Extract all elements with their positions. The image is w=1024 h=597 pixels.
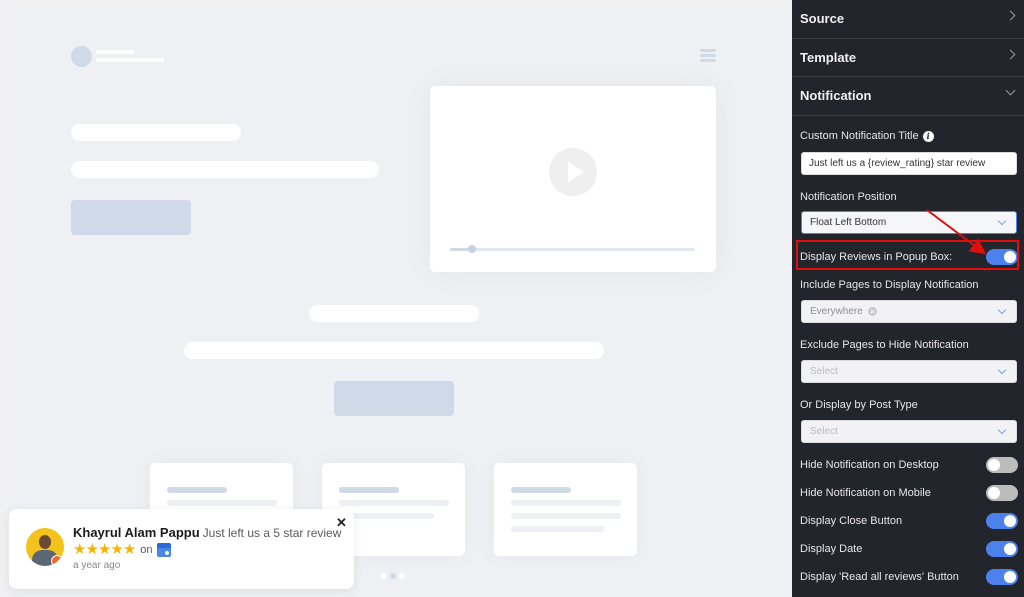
close-icon[interactable]: ✕ <box>336 515 347 531</box>
setting-toggle[interactable] <box>986 541 1018 557</box>
video-progress-track <box>450 245 695 253</box>
carousel-dot <box>390 573 396 579</box>
logo-tagline-placeholder <box>96 58 164 62</box>
remove-chip-icon[interactable] <box>867 307 877 316</box>
setting-toggle-label: Hide Notification on Desktop <box>800 459 939 471</box>
feature-card-placeholder <box>494 463 637 556</box>
setting-toggle-label: Display 'Read all reviews' Button <box>800 571 959 583</box>
chevron-down-icon <box>997 305 1007 315</box>
custom-title-input[interactable]: Just left us a {review_rating} star revi… <box>801 152 1017 175</box>
section-button-placeholder <box>334 381 454 416</box>
chevron-right-icon <box>1005 10 1016 21</box>
annotation-highlight-box <box>796 240 1019 270</box>
carousel-dots <box>381 573 405 579</box>
setting-toggle-row: Display Date <box>800 539 1018 559</box>
reviewer-avatar <box>26 528 64 566</box>
website-preview <box>0 0 792 597</box>
custom-title-label: Custom Notification Title i <box>800 130 934 142</box>
position-select-value: Float Left Bottom <box>810 217 887 228</box>
star-rating: ★★★★★ on <box>73 541 171 559</box>
review-source-badge-icon <box>51 555 63 566</box>
setting-toggle[interactable] <box>986 485 1018 501</box>
review-time: a year ago <box>73 560 121 571</box>
include-pages-chip: Everywhere <box>810 306 877 317</box>
exclude-pages-select[interactable]: Select <box>801 360 1017 383</box>
review-message: Just left us a 5 star review <box>202 526 342 540</box>
chevron-down-icon <box>997 216 1007 226</box>
star-icon: ★ <box>85 541 98 558</box>
section-source[interactable]: Source <box>792 0 1024 39</box>
setting-toggle[interactable] <box>986 513 1018 529</box>
info-icon[interactable]: i <box>922 131 934 142</box>
section-subtitle-placeholder <box>184 342 604 359</box>
star-icon: ★ <box>122 541 136 558</box>
chevron-right-icon <box>1005 49 1016 59</box>
section-source-label: Source <box>800 11 845 27</box>
video-progress-thumb <box>468 245 477 253</box>
setting-toggle-label: Display Date <box>800 543 863 555</box>
chevron-down-icon <box>1005 85 1016 96</box>
settings-panel: Source Template Notification Custom Noti… <box>792 0 1024 597</box>
on-label: on <box>140 544 153 556</box>
setting-toggle-row: Hide Notification on Desktop <box>800 455 1018 475</box>
hero-subtitle-placeholder <box>71 161 379 178</box>
google-my-business-icon <box>156 543 171 557</box>
setting-toggle-label: Display Close Button <box>800 515 903 527</box>
exclude-pages-placeholder: Select <box>810 366 838 377</box>
video-placeholder <box>430 86 716 272</box>
section-notification[interactable]: Notification <box>792 77 1024 116</box>
section-template-label: Template <box>800 49 857 65</box>
carousel-dot <box>381 573 387 579</box>
star-icon: ★ <box>97 541 111 558</box>
reviewer-name: Khayrul Alam Pappu Just left us a 5 star … <box>73 525 342 540</box>
post-type-select[interactable]: Select <box>801 420 1017 443</box>
section-notification-label: Notification <box>800 88 872 104</box>
post-type-placeholder: Select <box>810 426 838 437</box>
include-pages-select[interactable]: Everywhere <box>801 300 1017 323</box>
chevron-down-icon <box>997 425 1007 435</box>
star-icon: ★ <box>73 541 86 558</box>
setting-toggle-row: Hide Notification on Mobile <box>800 483 1018 503</box>
position-label: Notification Position <box>800 191 897 203</box>
play-icon <box>549 148 597 196</box>
setting-toggle-label: Hide Notification on Mobile <box>800 487 931 499</box>
setting-toggle[interactable] <box>986 569 1018 585</box>
setting-toggle-row: Display 'Read all reviews' Button <box>800 567 1018 587</box>
setting-toggle-row: Display Close Button <box>800 511 1018 531</box>
logo-placeholder-icon <box>71 46 92 67</box>
hero-title-placeholder <box>71 124 241 141</box>
star-icon: ★ <box>110 541 123 558</box>
chevron-down-icon <box>997 365 1007 375</box>
post-type-label: Or Display by Post Type <box>800 399 918 411</box>
section-template[interactable]: Template <box>792 39 1024 77</box>
section-title-placeholder <box>309 305 479 322</box>
setting-toggle[interactable] <box>986 457 1018 473</box>
carousel-dot <box>399 573 405 579</box>
hero-button-placeholder <box>71 200 191 235</box>
position-select[interactable]: Float Left Bottom <box>801 211 1017 234</box>
include-pages-label: Include Pages to Display Notification <box>800 279 979 291</box>
review-notification-popup[interactable]: Khayrul Alam Pappu Just left us a 5 star … <box>9 509 354 589</box>
logo-text-placeholder <box>96 50 134 54</box>
exclude-pages-label: Exclude Pages to Hide Notification <box>800 339 969 351</box>
hamburger-menu-icon <box>700 49 716 63</box>
stars-container: ★★★★★ <box>73 541 136 559</box>
